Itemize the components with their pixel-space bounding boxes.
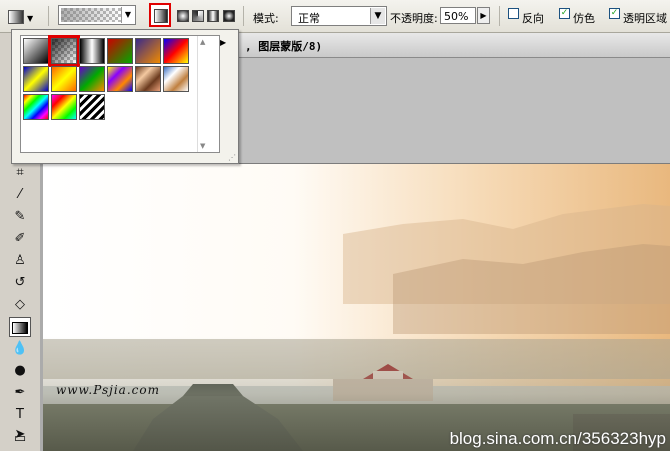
eraser-tool-icon[interactable]: ◇ xyxy=(9,295,31,315)
gradient-swatch-yellow-violet-orange-blue[interactable] xyxy=(107,66,133,92)
chevron-down-icon: ▼ xyxy=(370,8,385,24)
dither-label: 仿色 xyxy=(573,12,595,25)
crop-tool-icon[interactable]: ⌗ xyxy=(9,163,31,183)
radial-gradient-button[interactable] xyxy=(174,6,190,24)
popup-menu-icon[interactable]: ▶ xyxy=(220,38,230,48)
mode-value: 正常 xyxy=(298,12,320,25)
clone-stamp-icon[interactable]: ♙ xyxy=(9,251,31,271)
transparency-label: 透明区域 xyxy=(623,12,667,25)
gradient-swatch-red-green[interactable] xyxy=(107,38,133,64)
gradient-swatch-copper[interactable] xyxy=(135,66,161,92)
radial-gradient-icon xyxy=(177,10,189,22)
history-brush-icon[interactable]: ↺ xyxy=(9,273,31,293)
scroll-down-icon[interactable]: ▼ xyxy=(200,142,205,150)
transparency-checkbox[interactable]: ✓ xyxy=(609,8,620,19)
reflected-gradient-icon xyxy=(207,10,219,22)
popup-scrollbar[interactable]: ▲ ▼ xyxy=(197,36,211,152)
gradient-tool-icon xyxy=(8,10,24,24)
healing-brush-icon[interactable]: ✎ xyxy=(9,207,31,227)
reflected-gradient-button[interactable] xyxy=(204,6,220,24)
divider xyxy=(243,6,244,26)
gradient-tool-icon xyxy=(12,321,28,334)
gradient-swatch-violet-green-orange[interactable] xyxy=(79,66,105,92)
opacity-slider-button[interactable]: ▶ xyxy=(477,7,490,24)
gradient-swatch-transparent-rainbow[interactable] xyxy=(51,94,77,120)
mode-select[interactable]: 正常 ▼ xyxy=(291,6,387,26)
gradient-swatch-violet-orange[interactable] xyxy=(135,38,161,64)
angle-gradient-icon xyxy=(192,10,204,22)
diamond-gradient-button[interactable] xyxy=(220,6,236,24)
mode-label: 模式: xyxy=(253,12,279,25)
linear-gradient-icon xyxy=(154,9,168,23)
diamond-gradient-icon xyxy=(223,10,235,22)
gradient-picker[interactable]: ▼ xyxy=(58,5,136,25)
rectangle-tool-icon[interactable]: ▭ xyxy=(9,429,31,449)
type-tool-icon[interactable]: T xyxy=(9,405,31,425)
reverse-label: 反向 xyxy=(522,12,544,25)
gradient-swatch-foreground-to-background[interactable] xyxy=(23,38,49,64)
gradient-mask-overlay xyxy=(43,164,670,451)
scroll-up-icon[interactable]: ▲ xyxy=(200,38,205,46)
gradient-preview xyxy=(61,8,121,22)
gradient-swatch-foreground-to-transparent[interactable] xyxy=(48,35,80,67)
divider xyxy=(499,6,500,26)
brush-tool-icon[interactable]: ✐ xyxy=(9,229,31,249)
resize-grip-icon[interactable]: ⋰ xyxy=(228,153,236,162)
dodge-tool-icon[interactable]: ● xyxy=(9,361,31,381)
gradient-swatch-orange-yellow-orange[interactable] xyxy=(51,66,77,92)
blog-watermark: blog.sina.com.cn/356323hyp xyxy=(449,429,666,448)
gradient-swatch-chrome[interactable] xyxy=(163,66,189,92)
gradient-picker-popup: ▲ ▼ ▶ ⋰ xyxy=(11,29,239,164)
gradient-swatch-transparent-stripes[interactable] xyxy=(79,94,105,120)
gradient-swatch-grid xyxy=(20,35,220,153)
chevron-down-icon: ▼ xyxy=(27,14,34,23)
opacity-label: 不透明度: xyxy=(390,12,438,25)
document-title: , 图层蒙版/8) xyxy=(245,40,323,53)
gradient-tool-button[interactable] xyxy=(9,317,31,337)
blur-tool-icon[interactable]: 💧 xyxy=(9,339,31,359)
dither-checkbox[interactable]: ✓ xyxy=(559,8,570,19)
image-canvas[interactable]: www.Psjia.com blog.sina.com.cn/356323hyp xyxy=(43,164,670,451)
reverse-checkbox[interactable] xyxy=(508,8,519,19)
tool-preset-picker[interactable]: ▼ xyxy=(4,6,38,26)
gradient-swatch-black-white[interactable] xyxy=(79,38,105,64)
angle-gradient-button[interactable] xyxy=(189,6,205,24)
gradient-swatch-blue-red-yellow[interactable] xyxy=(163,38,189,64)
opacity-input[interactable]: 50% xyxy=(440,7,476,24)
site-watermark: www.Psjia.com xyxy=(56,383,160,397)
gradient-swatch-spectrum[interactable] xyxy=(23,94,49,120)
divider xyxy=(48,6,49,26)
gradient-swatch-blue-yellow-blue[interactable] xyxy=(23,66,49,92)
chevron-down-icon[interactable]: ▼ xyxy=(121,7,134,23)
slice-tool-icon[interactable]: ⁄ xyxy=(9,185,31,205)
linear-gradient-button[interactable] xyxy=(149,3,171,27)
pen-tool-icon[interactable]: ✒ xyxy=(9,383,31,403)
